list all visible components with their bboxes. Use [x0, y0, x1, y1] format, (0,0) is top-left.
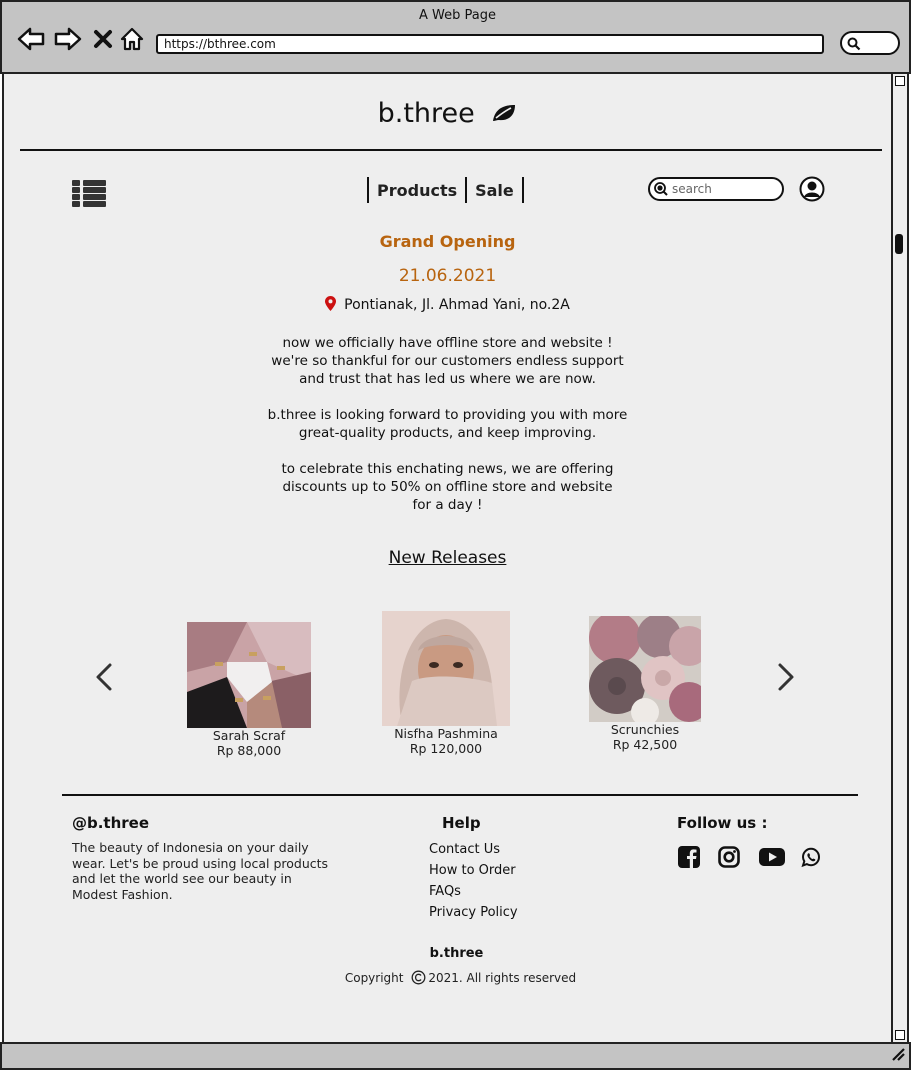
back-button[interactable]	[16, 24, 46, 54]
site-header: b.three	[4, 98, 891, 130]
footer-brand-handle: @b.three	[72, 814, 150, 832]
paragraph-line: and trust that has led us where we are n…	[299, 371, 596, 387]
product-name: Nisfha Pashmina	[394, 726, 498, 741]
map-pin-icon	[325, 296, 337, 311]
stop-button[interactable]	[88, 24, 118, 54]
product-image	[589, 616, 701, 722]
nav-products[interactable]: Products	[369, 181, 465, 200]
scroll-up-button[interactable]	[895, 76, 905, 86]
search-icon	[847, 37, 861, 51]
browser-chrome: A Web Page https://bthree.com	[0, 0, 911, 74]
announcement-date: 21.06.2021	[398, 266, 497, 286]
home-icon	[120, 27, 144, 51]
announcement-title: Grand Opening	[379, 232, 516, 251]
header-divider	[20, 149, 882, 151]
footer-description: The beauty of Indonesia on your daily we…	[72, 840, 329, 902]
site-search	[648, 177, 784, 201]
announcement-paragraph-1: now we officially have offline store and…	[4, 334, 891, 388]
window-title: A Web Page	[419, 8, 496, 23]
carousel-prev-button[interactable]	[94, 662, 114, 696]
help-links: Contact Us How to Order FAQs Privacy Pol…	[429, 839, 518, 923]
paragraph-line: discounts up to 50% on offline store and…	[282, 479, 613, 495]
product-price: Rp 120,000	[409, 741, 483, 756]
vertical-scrollbar[interactable]	[891, 74, 909, 1042]
product-name: Scrunchies	[610, 722, 680, 737]
address-bar[interactable]: https://bthree.com	[156, 34, 824, 54]
home-button[interactable]	[117, 24, 147, 54]
copyright-icon	[411, 970, 426, 988]
close-icon	[94, 30, 112, 48]
user-account-icon[interactable]	[799, 176, 825, 206]
status-bar	[0, 1042, 911, 1070]
search-input[interactable]	[672, 182, 772, 196]
product-name: Sarah Scraf	[212, 728, 286, 743]
browser-search-field[interactable]	[840, 31, 900, 55]
product-image	[187, 622, 311, 728]
scroll-thumb[interactable]	[895, 234, 903, 254]
search-icon	[654, 182, 668, 196]
resize-grip-icon[interactable]	[889, 1045, 905, 1065]
list-menu-icon[interactable]	[72, 180, 106, 208]
help-link-contact[interactable]: Contact Us	[429, 839, 518, 860]
footer-brand: b.three	[429, 946, 484, 961]
new-releases-heading[interactable]: New Releases	[4, 548, 891, 568]
paragraph-line: now we officially have offline store and…	[282, 335, 613, 351]
page-content: b.three Products Sale Grand Opening 21.0…	[2, 74, 891, 1042]
scroll-down-button[interactable]	[895, 1030, 905, 1040]
announcement-paragraph-3: to celebrate this enchating news, we are…	[4, 460, 891, 514]
facebook-icon[interactable]	[678, 846, 700, 872]
announcement-paragraph-2: b.three is looking forward to providing …	[4, 406, 891, 442]
paragraph-line: for a day !	[412, 497, 483, 513]
nav-separator	[521, 177, 524, 203]
store-location: Pontianak, Jl. Ahmad Yani, no.2A	[4, 296, 891, 313]
forward-arrow-icon	[54, 27, 82, 51]
copyright-text: 2021. All rights reserved	[428, 971, 577, 985]
product-price: Rp 88,000	[216, 743, 282, 758]
paragraph-line: b.three is looking forward to providing …	[267, 407, 628, 423]
main-nav: Products Sale	[367, 177, 524, 203]
leaf-icon	[491, 99, 517, 130]
location-text: Pontianak, Jl. Ahmad Yani, no.2A	[344, 297, 570, 313]
whatsapp-icon[interactable]	[800, 846, 822, 872]
nav-sale[interactable]: Sale	[467, 181, 522, 200]
paragraph-line: to celebrate this enchating news, we are…	[281, 461, 614, 477]
help-link-privacy[interactable]: Privacy Policy	[429, 902, 518, 923]
copyright-label: Copyright	[344, 971, 404, 985]
instagram-icon[interactable]	[718, 846, 740, 872]
brand-logo-text: b.three	[377, 98, 475, 129]
paragraph-line: we're so thankful for our customers endl…	[271, 353, 624, 369]
product-image	[382, 611, 510, 726]
youtube-icon[interactable]	[759, 846, 785, 872]
chevron-right-icon	[778, 663, 794, 691]
follow-title: Follow us :	[677, 814, 768, 832]
carousel-next-button[interactable]	[776, 662, 796, 696]
back-arrow-icon	[17, 27, 45, 51]
help-title: Help	[442, 814, 481, 832]
product-card[interactable]: Sarah Scraf Rp 88,000	[184, 622, 314, 758]
product-card[interactable]: Nisfha Pashmina Rp 120,000	[380, 611, 512, 756]
paragraph-line: great-quality products, and keep improvi…	[298, 425, 597, 441]
chevron-left-icon	[96, 663, 112, 691]
help-link-order[interactable]: How to Order	[429, 860, 518, 881]
copyright: Copyright 2021. All rights reserved	[4, 970, 911, 988]
product-card[interactable]: Scrunchies Rp 42,500	[587, 616, 703, 752]
footer-divider	[62, 794, 858, 796]
forward-button[interactable]	[53, 24, 83, 54]
product-price: Rp 42,500	[612, 737, 678, 752]
help-link-faqs[interactable]: FAQs	[429, 881, 518, 902]
